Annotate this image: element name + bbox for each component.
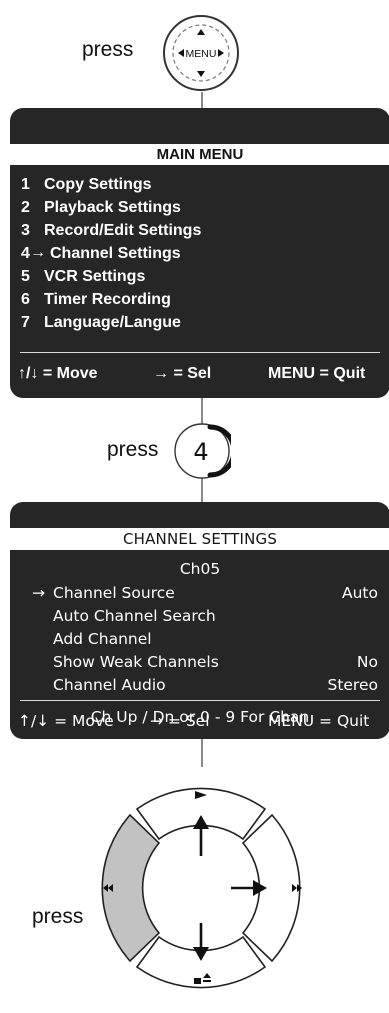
main-menu-screen: MAIN MENU 1 Copy Settings 2 Playback Set…: [10, 108, 389, 398]
setting-channel-audio-value: Stereo: [327, 676, 378, 694]
press-label: press: [82, 38, 134, 61]
divider: [20, 700, 380, 701]
channel-number: Ch05: [179, 560, 221, 578]
footer-move-hint: ↑/↓ = Move: [18, 365, 98, 382]
menu-item-number: 4: [21, 245, 30, 262]
selection-arrow-icon: →: [30, 244, 46, 261]
menu-item-vcr-settings[interactable]: VCR Settings: [44, 268, 145, 286]
setting-channel-source[interactable]: Channel Source: [53, 584, 175, 602]
menu-item-channel-settings[interactable]: Channel Settings: [50, 245, 181, 263]
footer-select-hint: → = Sel: [150, 712, 210, 730]
number-4-label: 4: [193, 438, 208, 466]
menu-item-record-edit-settings[interactable]: Record/Edit Settings: [44, 222, 201, 240]
setting-channel-audio[interactable]: Channel Audio: [53, 676, 166, 694]
direction-pad: [75, 763, 330, 1013]
main-menu-title: MAIN MENU: [10, 144, 389, 165]
menu-button[interactable]: MENU: [161, 13, 241, 93]
selection-arrow-icon: →: [32, 584, 45, 602]
menu-item-copy-settings[interactable]: Copy Settings: [44, 176, 152, 194]
menu-item-number: 6: [21, 291, 30, 308]
menu-item-language[interactable]: Language/Langue: [44, 314, 181, 332]
connector-line: [201, 396, 203, 424]
setting-add-channel[interactable]: Add Channel: [53, 630, 152, 648]
menu-item-number: 7: [21, 314, 30, 331]
divider: [20, 352, 380, 353]
press-label: press: [107, 438, 159, 461]
menu-item-timer-recording[interactable]: Timer Recording: [44, 291, 171, 309]
setting-channel-source-value: Auto: [342, 584, 378, 602]
footer-select-hint: → = Sel: [153, 365, 212, 382]
menu-item-number: 5: [21, 268, 30, 285]
menu-item-number: 3: [21, 222, 30, 239]
setting-auto-channel-search[interactable]: Auto Channel Search: [53, 607, 216, 625]
fast-forward-icon: [292, 884, 302, 892]
channel-footer: ↑/↓ = Move → = Sel MENU = Quit: [10, 712, 389, 734]
menu-item-number: 1: [21, 176, 30, 193]
menu-item-number: 2: [21, 199, 30, 216]
setting-show-weak-channels[interactable]: Show Weak Channels: [53, 653, 219, 671]
footer-quit-hint: MENU = Quit: [268, 365, 366, 382]
menu-button-label: MENU: [186, 48, 217, 60]
footer-move-hint: ↑/↓ = Move: [18, 712, 114, 730]
footer-quit-hint: MENU = Quit: [268, 712, 370, 730]
number-4-button[interactable]: 4: [173, 422, 231, 480]
channel-settings-title: CHANNEL SETTINGS: [10, 528, 389, 550]
connector-line: [201, 478, 203, 504]
menu-item-playback-settings[interactable]: Playback Settings: [44, 199, 181, 217]
channel-settings-screen: CHANNEL SETTINGS Ch05 → Channel Source A…: [10, 502, 389, 739]
setting-show-weak-channels-value: No: [356, 653, 378, 671]
